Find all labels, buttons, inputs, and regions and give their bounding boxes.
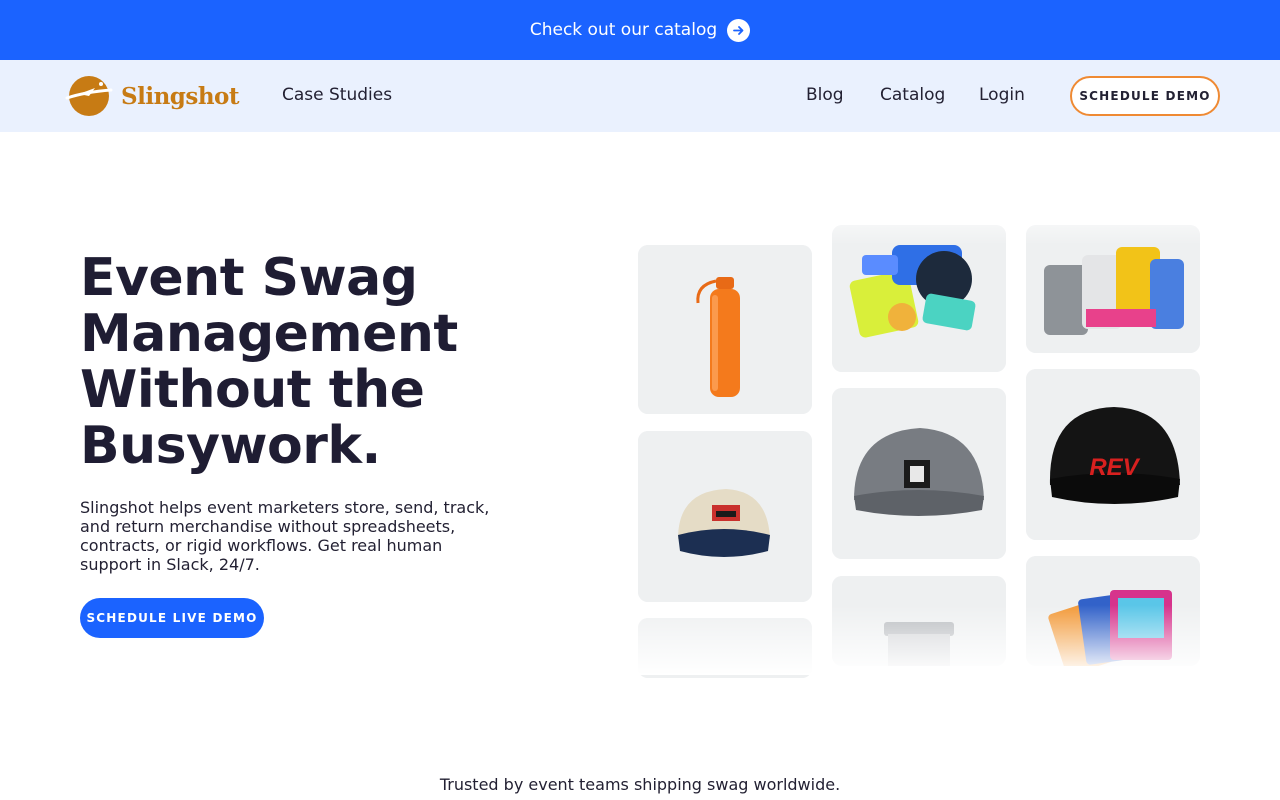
nav-link-login[interactable]: Login	[979, 85, 1025, 105]
product-image-dad-hat	[638, 431, 812, 602]
brand-logo[interactable]: Slingshot	[65, 74, 240, 118]
product-image-rev-cap: REV	[1026, 369, 1200, 540]
nav-link-case-studies[interactable]: Case Studies	[282, 85, 392, 105]
product-image-sticker-pack	[832, 225, 1006, 372]
product-image-tumbler	[832, 576, 1006, 666]
product-image-water-bottle	[638, 245, 812, 414]
slingshot-planet-icon	[65, 76, 113, 116]
product-image-card-sleeves	[1026, 556, 1200, 666]
announcement-bar[interactable]: Check out our catalog	[0, 0, 1280, 60]
cap-print-text: REV	[1089, 454, 1140, 481]
brand-name: Slingshot	[121, 82, 240, 110]
product-image-grey-trucker-cap	[832, 388, 1006, 559]
product-image-partial	[638, 618, 812, 678]
trusted-by-text: Trusted by event teams shipping swag wor…	[439, 775, 841, 794]
product-image-socks	[1026, 225, 1200, 353]
hero-title: Event Swag Management Without the Busywo…	[80, 250, 560, 474]
schedule-demo-button[interactable]: SCHEDULE DEMO	[1070, 76, 1220, 116]
schedule-live-demo-button[interactable]: SCHEDULE LIVE DEMO	[80, 598, 264, 638]
hero-title-line: Event Swag	[80, 248, 418, 308]
announcement-text[interactable]: Check out our catalog	[530, 20, 717, 40]
arrow-right-circle-icon[interactable]	[727, 18, 751, 42]
nav-link-catalog[interactable]: Catalog	[880, 85, 945, 105]
hero-description: Slingshot helps event marketers store, s…	[80, 498, 490, 574]
hero-title-line: Without the	[80, 360, 425, 420]
top-nav: Slingshot Case Studies Blog Catalog Logi…	[0, 60, 1280, 132]
hero-title-line: Busywork.	[80, 416, 381, 476]
nav-link-blog[interactable]: Blog	[806, 85, 844, 105]
hero-title-line: Management	[80, 304, 458, 364]
